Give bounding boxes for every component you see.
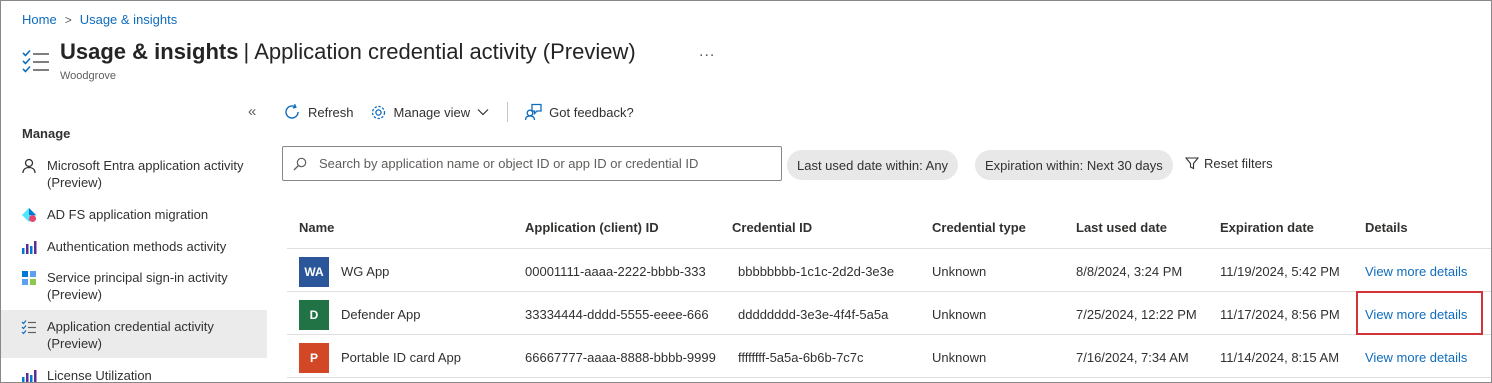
refresh-icon [285, 103, 299, 119]
credential-type: Unknown [932, 350, 987, 365]
breadcrumb-separator: > [64, 12, 72, 27]
table-header: Name Application (client) ID Credential … [287, 208, 1491, 249]
reset-filters-button[interactable]: Reset filters [1185, 156, 1273, 171]
sidebar-group-manage: Manage [22, 126, 71, 141]
app-name: Defender App [341, 307, 421, 322]
refresh-button[interactable]: Refresh [283, 103, 354, 121]
checklist-icon [21, 320, 36, 335]
sidebar-item-label: Microsoft Entra application activity (Pr… [47, 158, 244, 190]
command-bar: Refresh Manage view Got feedback? [283, 99, 650, 125]
expiration-date: 11/19/2024, 5:42 PM [1220, 264, 1340, 279]
table-row: D Defender App 33334444-dddd-5555-eeee-6… [287, 292, 1491, 335]
reset-filters-label: Reset filters [1204, 156, 1273, 171]
gear-icon [371, 105, 385, 119]
view-details-link[interactable]: View more details [1365, 264, 1467, 279]
search-icon [293, 157, 307, 170]
sidebar-item-label: Application credential activity (Preview… [47, 319, 214, 351]
app-client-id: 33334444-dddd-5555-eeee-666 [525, 307, 709, 322]
app-name: WG App [341, 264, 390, 279]
app-frame: Home > Usage & insights Usage & insights… [0, 0, 1492, 383]
sidebar-item-label: Service principal sign-in activity (Prev… [47, 270, 228, 302]
feedback-label: Got feedback? [549, 104, 634, 120]
highlight-callout-box [1356, 291, 1483, 335]
manage-view-button[interactable]: Manage view [370, 104, 490, 121]
page-title: Usage & insights | Application credential … [60, 39, 636, 65]
column-header-credential-type[interactable]: Credential type [932, 220, 1026, 235]
feedback-button[interactable]: Got feedback? [524, 103, 634, 121]
credentials-table: Name Application (client) ID Credential … [287, 208, 1491, 378]
last-used-date: 7/25/2024, 12:22 PM [1076, 307, 1197, 322]
breadcrumb: Home > Usage & insights [22, 12, 177, 27]
expiration-date: 11/14/2024, 8:15 AM [1220, 350, 1340, 365]
grid-icon [22, 271, 36, 285]
last-used-date: 8/8/2024, 3:24 PM [1076, 264, 1183, 279]
page-title-separator: | [243, 39, 250, 64]
sidebar-item-app-credential-activity[interactable]: Application credential activity (Preview… [1, 310, 267, 358]
sidebar-item-label: License Utilization [47, 368, 152, 383]
table-row: WA WG App 00001111-aaaa-2222-bbbb-333 bb… [287, 249, 1491, 292]
column-header-details[interactable]: Details [1365, 220, 1408, 235]
page-title-section: Usage & insights [60, 39, 239, 64]
bar-chart-icon [22, 370, 37, 382]
sidebar: Manage Microsoft Entra application activ… [1, 119, 267, 383]
app-client-id: 00001111-aaaa-2222-bbbb-333 [525, 264, 706, 279]
credential-type: Unknown [932, 264, 987, 279]
tenant-subtitle: Woodgrove [60, 70, 117, 82]
collapse-sidebar-button[interactable]: « [248, 103, 256, 120]
sidebar-item-adfs-migration[interactable]: AD FS application migration [1, 206, 267, 230]
chevron-down-icon [477, 109, 489, 116]
more-options-button[interactable]: ... [699, 43, 715, 61]
app-avatar: D [299, 300, 329, 330]
column-header-credential-id[interactable]: Credential ID [732, 220, 812, 235]
app-avatar: WA [299, 257, 329, 287]
manage-view-label: Manage view [393, 104, 471, 120]
breadcrumb-usage-link[interactable]: Usage & insights [80, 12, 178, 27]
sidebar-item-service-principal[interactable]: Service principal sign-in activity (Prev… [1, 269, 267, 309]
sidebar-item-label: AD FS application migration [47, 207, 209, 222]
sidebar-item-entra-app-activity[interactable]: Microsoft Entra application activity (Pr… [1, 157, 267, 197]
sidebar-item-license-utilization[interactable]: License Utilization [1, 367, 267, 383]
page-title-page: Application credential activity (Preview… [254, 39, 636, 64]
feedback-icon [524, 103, 542, 121]
view-details-link[interactable]: View more details [1365, 350, 1467, 365]
column-header-name[interactable]: Name [299, 220, 334, 235]
checklist-icon [22, 49, 49, 73]
last-used-date: 7/16/2024, 7:34 AM [1076, 350, 1189, 365]
adfs-icon [22, 208, 36, 222]
credential-id: ffffffff-5a5a-6b6b-7c7c [738, 350, 864, 365]
column-header-app-id[interactable]: Application (client) ID [525, 220, 659, 235]
sidebar-item-label: Authentication methods activity [47, 239, 227, 254]
credential-id: bbbbbbbb-1c1c-2d2d-3e3e [738, 264, 895, 279]
credential-id: dddddddd-3e3e-4f4f-5a5a [738, 307, 889, 322]
column-header-expiration[interactable]: Expiration date [1220, 220, 1314, 235]
app-name: Portable ID card App [341, 350, 461, 365]
breadcrumb-home-link[interactable]: Home [22, 12, 57, 27]
bar-chart-icon [22, 241, 37, 254]
credential-type: Unknown [932, 307, 987, 322]
person-icon [22, 158, 36, 174]
column-header-last-used[interactable]: Last used date [1076, 220, 1167, 235]
refresh-label: Refresh [308, 104, 354, 120]
table-row: P Portable ID card App 66667777-aaaa-888… [287, 335, 1491, 378]
app-client-id: 66667777-aaaa-8888-bbbb-9999 [525, 350, 716, 365]
sidebar-item-auth-methods[interactable]: Authentication methods activity [1, 238, 267, 262]
filter-reset-icon [1185, 157, 1199, 170]
expiration-date: 11/17/2024, 8:56 PM [1220, 307, 1340, 322]
expiration-filter-pill[interactable]: Expiration within: Next 30 days [975, 150, 1173, 180]
search-input[interactable] [319, 156, 759, 171]
search-box[interactable] [282, 146, 782, 181]
last-used-filter-pill[interactable]: Last used date within: Any [787, 150, 959, 180]
toolbar-divider [507, 102, 509, 122]
app-avatar: P [299, 343, 329, 373]
